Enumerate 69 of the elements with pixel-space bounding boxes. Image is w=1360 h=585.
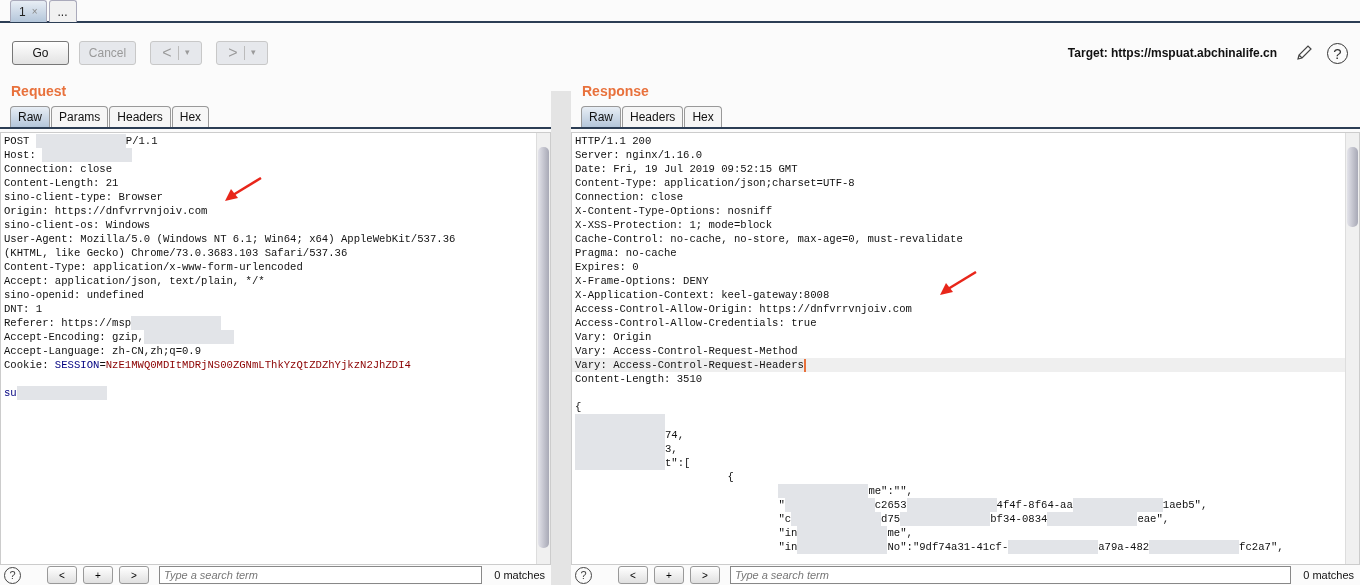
editor-tab[interactable]: Hex — [684, 106, 722, 127]
code-line: "c d75 bf34-0834 eae", — [777, 512, 1170, 526]
search-nav-button[interactable]: > — [119, 566, 149, 584]
code-line: Referer: https://msp — [1, 316, 222, 330]
code-line: Accept-Encoding: gzip, — [1, 330, 234, 344]
match-count: 0 matches — [1303, 567, 1354, 583]
code-line: sino-client-type: Browser — [3, 190, 163, 204]
code-line: { — [726, 470, 734, 484]
code-line: Vary: Origin — [574, 330, 652, 344]
code-line: Expires: 0 — [574, 260, 639, 274]
code-line: Vary: Access-Control-Request-Method — [574, 344, 798, 358]
code-line: Content-Type: application/json;charset=UTF-8 — [574, 176, 855, 190]
code-line: POST P/1.1 — [3, 134, 158, 148]
repeater-tab[interactable]: ... — [48, 0, 77, 22]
repeater-tab[interactable]: 1 × — [10, 0, 47, 22]
code-line: me":"", — [572, 484, 913, 498]
code-line: { — [574, 400, 582, 414]
search-nav-button[interactable]: + — [83, 566, 113, 584]
go-button[interactable]: Go — [12, 41, 69, 65]
code-line: Host: — [1, 148, 133, 162]
code-line: sino-openid: undefined — [3, 288, 144, 302]
code-line: HTTP/1.1 200 — [574, 134, 652, 148]
scrollbar[interactable] — [536, 133, 550, 564]
panel-title: Response — [581, 82, 650, 101]
editor-tab[interactable]: Params — [51, 106, 109, 127]
editor-tab[interactable]: Hex — [171, 106, 210, 127]
search-field[interactable]: Type a search term — [159, 566, 483, 584]
code-line: Access-Control-Allow-Credentials: true — [574, 316, 817, 330]
code-line: t":[ — [572, 456, 691, 470]
code-line: Content-Length: 21 — [3, 176, 119, 190]
code-line: Content-Type: application/x-www-form-urlencoded — [3, 260, 303, 274]
match-count: 0 matches — [494, 567, 545, 583]
code-line: Origin: https://dnfvrrvnjoiv.com — [3, 204, 208, 218]
search-nav-button[interactable]: < — [47, 566, 77, 584]
search-field[interactable]: Type a search term — [730, 566, 1292, 584]
code-line: Access-Control-Allow-Origin: https://dnfvrrvnjoiv.com — [574, 302, 912, 316]
code-line: sino-client-os: Windows — [3, 218, 151, 232]
code-line: X-Application-Context: keel-gateway:8008 — [574, 288, 830, 302]
search-nav-button[interactable]: > — [690, 566, 720, 584]
code-line: X-Content-Type-Options: nosniff — [574, 204, 773, 218]
panel-title: Request — [10, 82, 68, 101]
code-line: "in me", — [777, 526, 913, 540]
code-line: X-Frame-Options: DENY — [574, 274, 709, 288]
code-line: Content-Length: 3510 — [574, 372, 703, 386]
code-line: " c2653 4f4f-8f64-aa 1aeb5", — [777, 498, 1208, 512]
code-line: Pragma: no-cache — [574, 246, 677, 260]
code-line: Cookie: SESSION=NzE1MWQ0MDItMDRjNS00ZGNmLThkYzQtZDZhYjkzN2JhZDI4 — [3, 358, 411, 372]
search-nav-button[interactable]: < — [618, 566, 648, 584]
code-line: Accept: application/json, text/plain, */* — [3, 274, 265, 288]
code-line: Connection: close — [574, 190, 684, 204]
code-line: 3, — [572, 442, 678, 456]
edit-icon[interactable] — [1295, 44, 1313, 62]
editor-tab[interactable]: Raw — [10, 106, 50, 127]
editor-tab[interactable]: Raw — [581, 106, 621, 127]
code-line: X-XSS-Protection: 1; mode=block — [574, 218, 773, 232]
code-line: Cache-Control: no-cache, no-store, max-age=0, must-revalidate — [574, 232, 963, 246]
code-line: Connection: close — [3, 162, 113, 176]
editor-tab[interactable]: Headers — [622, 106, 684, 127]
search-nav-button[interactable]: + — [654, 566, 684, 584]
target-label: Target: https://mspuat.abchinalife.cn — [1067, 45, 1277, 62]
code-line: Date: Fri, 19 Jul 2019 09:52:15 GMT — [574, 162, 798, 176]
code-line: User-Agent: Mozilla/5.0 (Windows NT 6.1; Win64; x64) AppleWebKit/537.36 — [3, 232, 456, 246]
code-line: Accept-Language: zh-CN,zh;q=0.9 — [3, 344, 202, 358]
editor-tab[interactable]: Headers — [109, 106, 171, 127]
code-line: (KHTML, like Gecko) Chrome/73.0.3683.103 Safari/537.36 — [3, 246, 348, 260]
code-line: Server: nginx/1.16.0 — [574, 148, 703, 162]
code-line: "in No":"9df74a31-41cf- a79a-482 fc2a7", — [777, 540, 1284, 554]
code-line: DNT: 1 — [3, 302, 43, 316]
scrollbar[interactable] — [1345, 133, 1359, 564]
